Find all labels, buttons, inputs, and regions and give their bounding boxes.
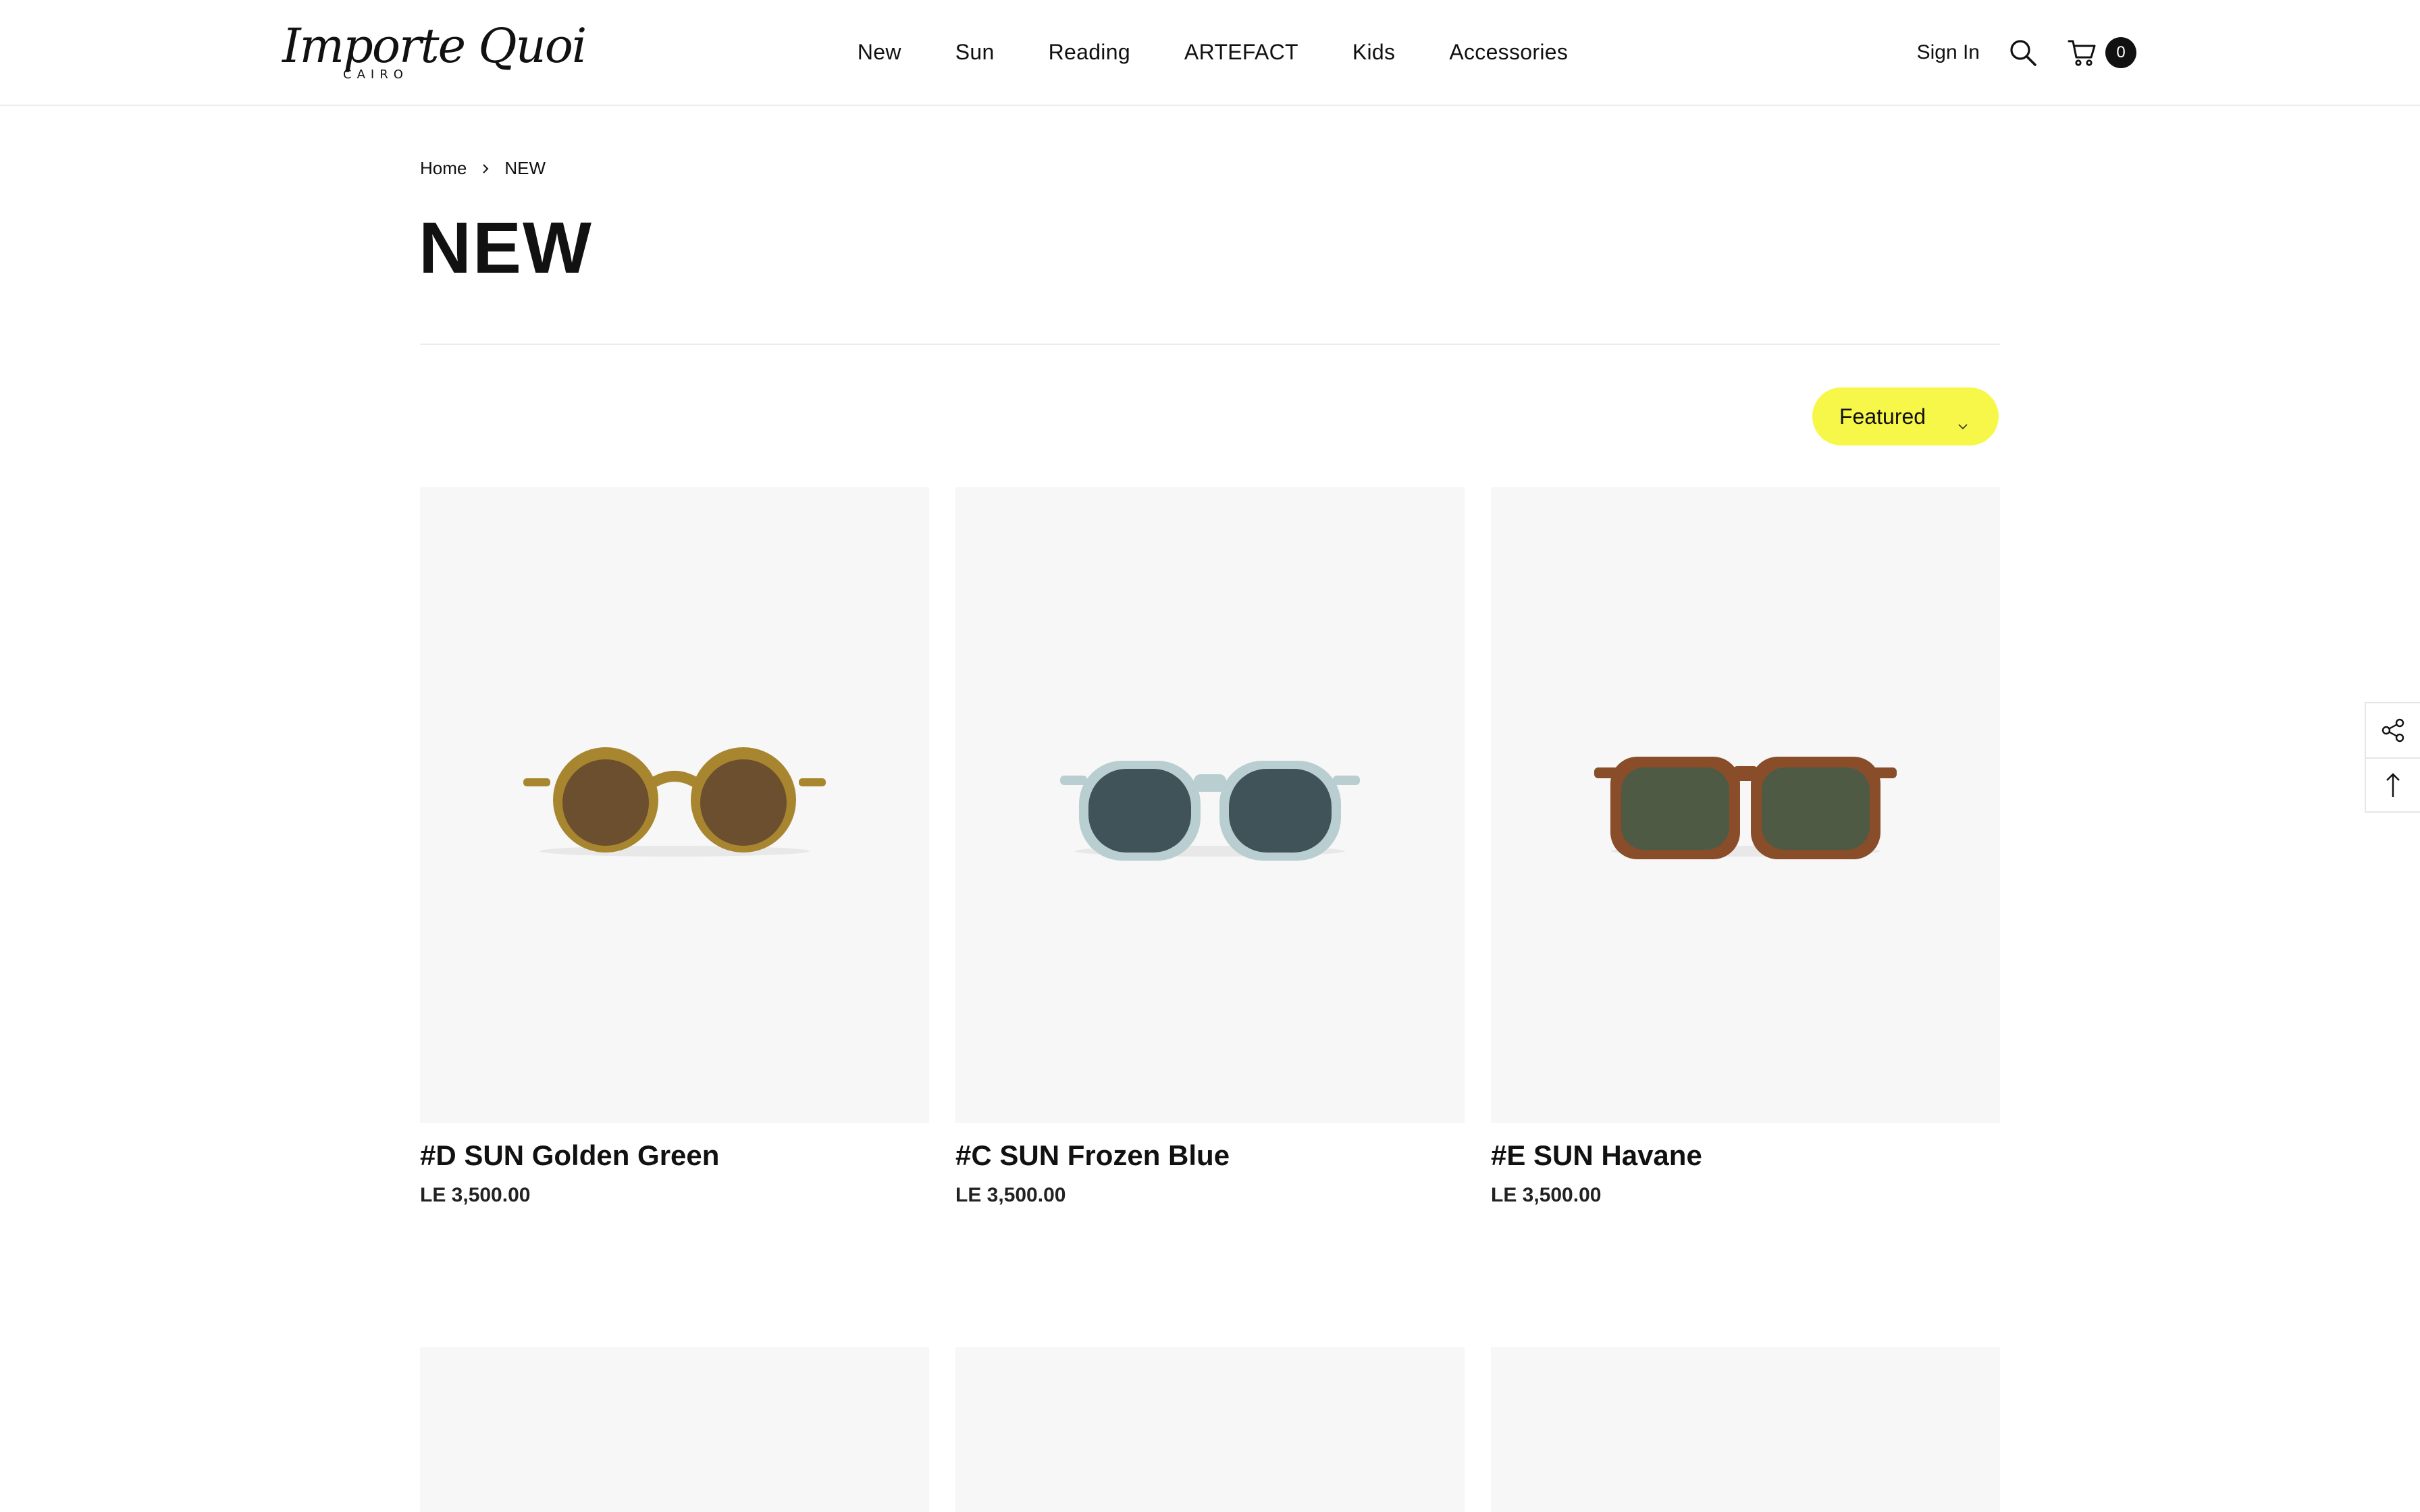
product-title[interactable]: #E SUN Havane [1491,1137,2000,1174]
nav-item-accessories[interactable]: Accessories [1449,40,1568,65]
cart-count-badge: 0 [2105,36,2136,68]
product-image[interactable] [955,487,1465,1123]
breadcrumb-current: NEW [504,158,546,178]
cart-button[interactable]: 0 [2066,36,2136,69]
sort-label: Featured [1839,404,1926,429]
product-title[interactable]: #C SUN Frozen Blue [955,1137,1465,1174]
page: Importe Quoi CAIRO New Sun Reading ARTEF… [0,0,2420,1512]
product-price: LE 3,500.00 [420,1184,531,1206]
nav-item-new[interactable]: New [858,40,901,65]
product-card: #E SUN Havane LE 3,500.00 [1491,487,2000,1207]
share-button[interactable] [2366,703,2420,757]
product-image-placeholder[interactable] [1491,1347,2000,1512]
nav-item-sun[interactable]: Sun [955,40,995,65]
arrow-up-icon [2386,773,2400,797]
nav-item-reading[interactable]: Reading [1049,40,1130,65]
product-image-placeholder[interactable] [420,1347,929,1512]
sort-dropdown[interactable]: Featured [1812,387,1999,446]
product-price: LE 3,500.00 [1491,1184,1602,1206]
header-actions: Sign In 0 [1917,0,2136,105]
product-image-placeholder[interactable] [955,1347,1465,1512]
product-title[interactable]: #D SUN Golden Green [420,1137,929,1174]
sunglasses-panto-icon [1060,761,1360,861]
side-toolbar [2365,702,2420,813]
product-image[interactable] [420,487,929,1123]
breadcrumb-home[interactable]: Home [420,158,467,179]
nav-item-artefact[interactable]: ARTEFACT [1184,40,1298,65]
chevron-down-icon [1957,412,1969,430]
product-card: #D SUN Golden Green LE 3,500.00 [420,487,929,1207]
sign-in-link[interactable]: Sign In [1917,41,1980,64]
cart-icon [2066,36,2099,69]
sunglasses-square-icon [1594,757,1897,859]
divider [420,344,2000,345]
back-to-top-button[interactable] [2366,757,2420,811]
breadcrumb: Home NEW [420,158,546,179]
site-header: Importe Quoi CAIRO New Sun Reading ARTEF… [0,0,2420,106]
product-card: #C SUN Frozen Blue LE 3,500.00 [955,487,1465,1207]
product-price: LE 3,500.00 [955,1184,1066,1206]
product-image[interactable] [1491,487,2000,1123]
nav-item-kids[interactable]: Kids [1352,40,1395,65]
page-title: NEW [419,207,593,288]
search-icon[interactable] [2007,36,2039,69]
chevron-right-icon [479,162,492,176]
share-icon [2382,718,2404,742]
sunglasses-round-icon [523,747,826,857]
